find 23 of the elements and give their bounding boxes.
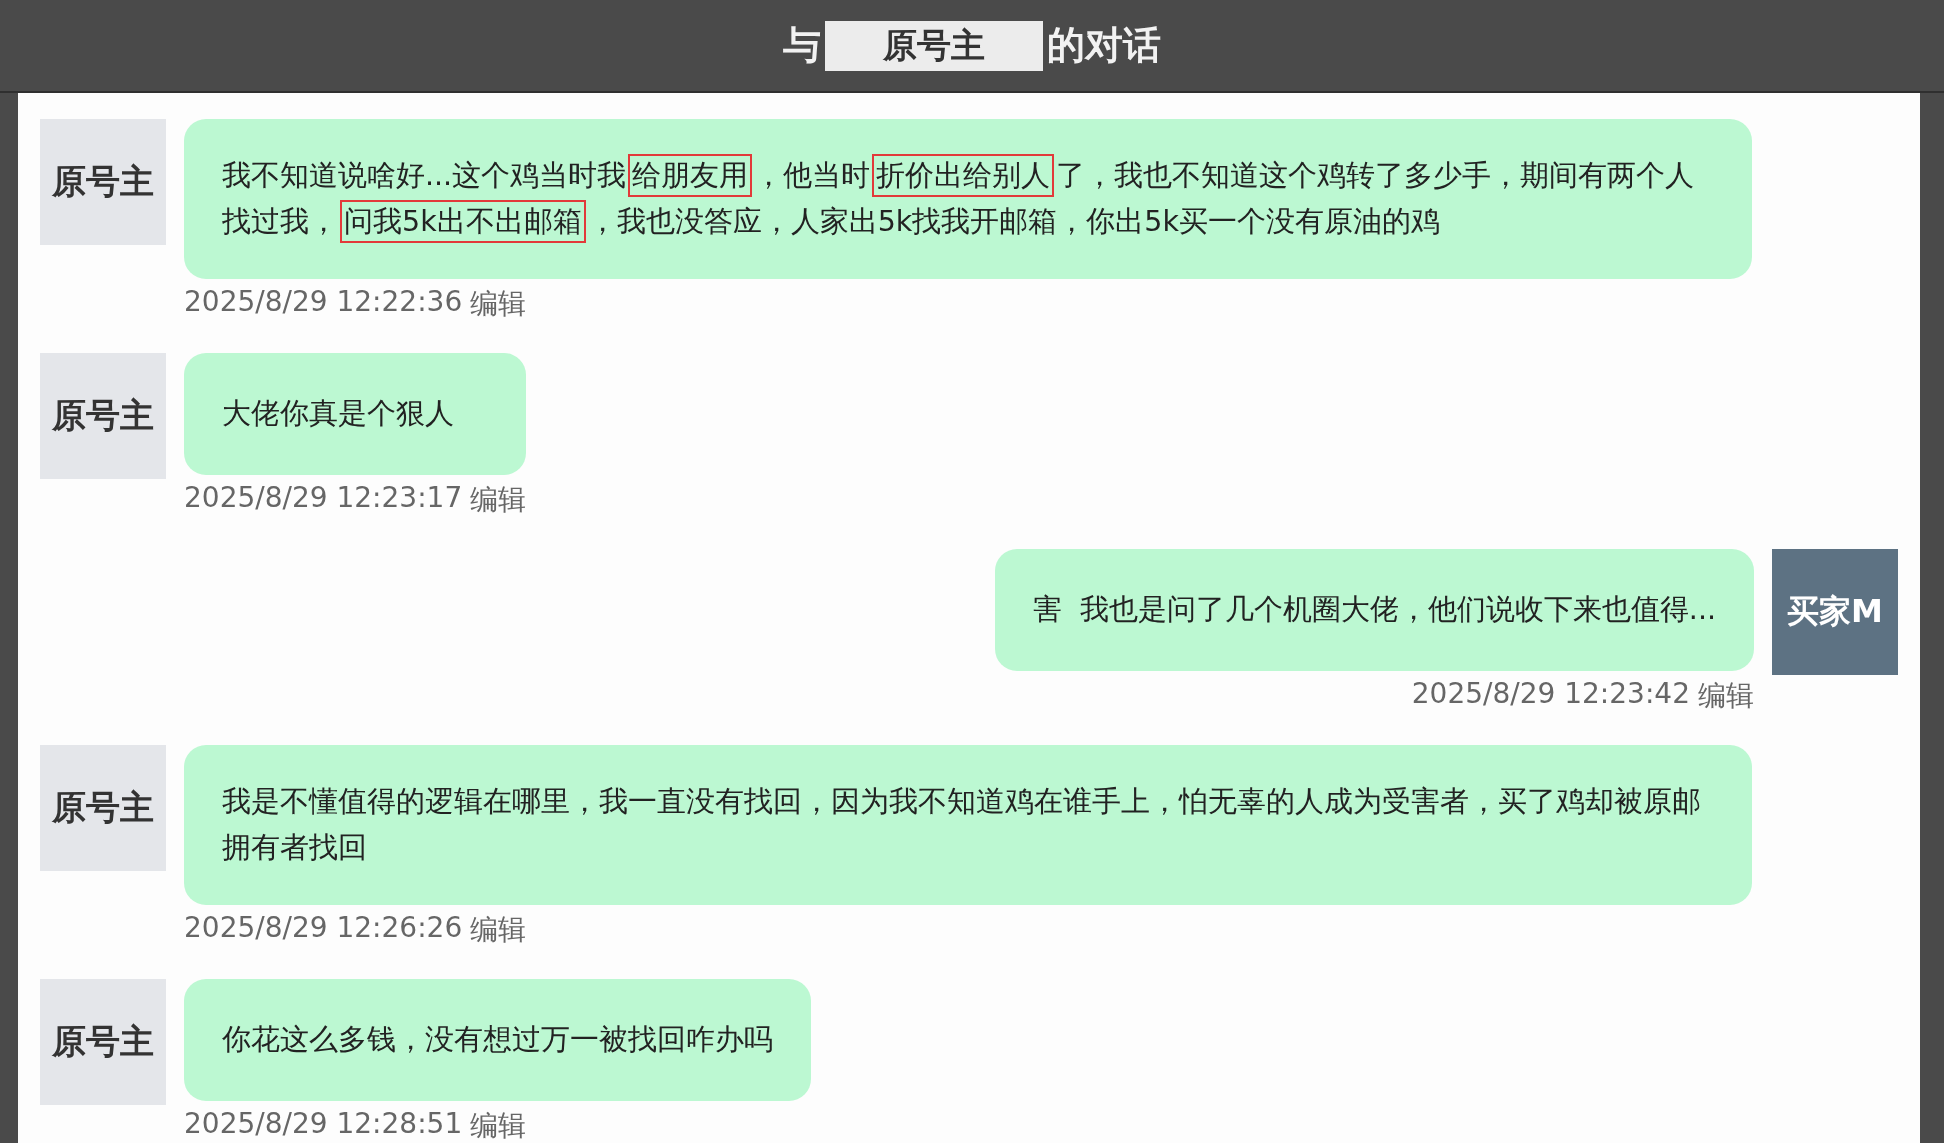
avatar-label: 原号主	[52, 786, 154, 829]
dialog-title-prefix: 与	[783, 22, 821, 69]
message-timestamp: 2025/8/29 12:23:17	[184, 481, 463, 516]
edit-link[interactable]: 编辑	[470, 1107, 527, 1143]
message-text: 你花这么多钱，没有想过万一被找回咋办吗	[222, 1022, 773, 1058]
message-text: 大佬你真是个狠人	[222, 396, 454, 432]
message-timestamp: 2025/8/29 12:23:42	[1411, 677, 1690, 712]
edit-link[interactable]: 编辑	[470, 285, 527, 323]
contact-name-highlight: 原号主	[825, 20, 1043, 71]
edit-link[interactable]: 编辑	[470, 481, 527, 519]
edit-link[interactable]: 编辑	[470, 911, 527, 949]
message-timestamp: 2025/8/29 12:28:51	[184, 1107, 463, 1142]
message-timestamp: 2025/8/29 12:26:26	[184, 911, 463, 946]
message-text: 我是不懂值得的逻辑在哪里，我一直没有找回，因为我不知道鸡在谁手上，怕无辜的人成为受害者，买了鸡却被原邮拥有者找回	[222, 784, 1702, 866]
dialog-title-suffix: 的对话	[1047, 22, 1161, 69]
avatar-label: 原号主	[52, 160, 154, 203]
avatar-label: 原号主	[52, 394, 154, 437]
avatar-label: 原号主	[52, 1020, 154, 1063]
message-text: 我不知道说啥好...这个鸡当时我 给朋友用 ，他当时 折价出给别人 了，我也不知道这个鸡转了多少手，期间有两个人找过我， 问我5k出不出邮箱 ，我也没答应，人家出5k找我开邮箱，你出5k买一个没有原油的鸡	[222, 153, 1714, 245]
avatar-label: 买家M	[1787, 591, 1883, 632]
message-timestamp: 2025/8/29 12:22:36	[184, 285, 463, 320]
edit-link[interactable]: 编辑	[1698, 677, 1754, 715]
message-text: 害 我也是问了几个机圈大佬，他们说收下来也值得...	[1032, 592, 1716, 628]
